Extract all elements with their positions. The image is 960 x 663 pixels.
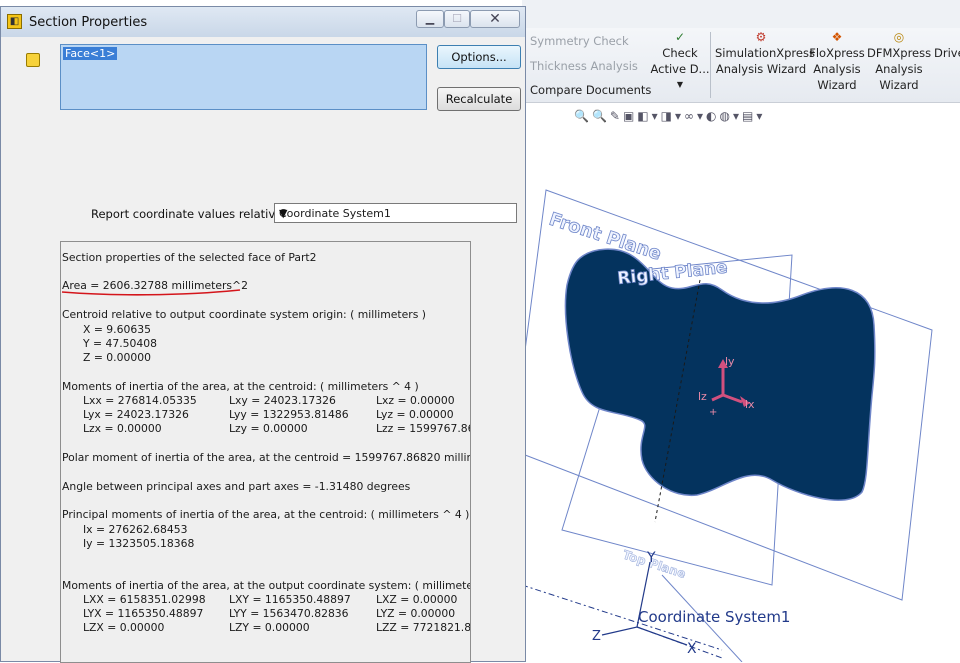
section-properties-dialog: ◧ Section Properties ▁ ☐ ✕ Face<1> Optio… (0, 6, 526, 663)
symmetry-check-button[interactable]: Symmetry Check (530, 34, 629, 48)
options-button[interactable]: Options... (437, 45, 521, 69)
heads-up-view-toolbar[interactable]: 🔍🔍✎▣◧▾◨▾∞▾◐◍▾▤▾ (574, 109, 765, 127)
dfmxpress-label-3: Wizard (879, 78, 919, 92)
centroid-title: Centroid relative to output coordinate s… (62, 308, 427, 321)
lzz-value: Lzz = 1599767.8682 (376, 422, 470, 435)
centroid-y: Y = 47.50408 (83, 337, 158, 350)
app-top-strip (522, 0, 960, 29)
floxpress-button[interactable]: ❖ FloXpress Analysis Wizard (809, 30, 865, 93)
principal-angle: Angle between principal axes and part ax… (62, 480, 411, 493)
LXZ-value: LXZ = 0.00000 (376, 593, 458, 606)
simulation-icon: ⚙ (755, 30, 767, 44)
axis-z-label: Z (592, 629, 601, 644)
chevron-down-icon[interactable]: ▼ (650, 77, 710, 93)
simulationxpress-button[interactable]: ⚙ SimulationXpress Analysis Wizard (715, 30, 815, 77)
area-red-underline (61, 289, 241, 296)
floxpress-label-3: Wizard (817, 78, 857, 92)
drive-label: Drive (934, 46, 960, 60)
face-selection-icon (26, 53, 40, 67)
LZY-value: LZY = 0.00000 (229, 621, 310, 634)
dfmxpress-button[interactable]: ◎ DFMXpress Analysis Wizard (867, 30, 931, 93)
dialog-title: Section Properties (29, 15, 148, 30)
ribbon-separator (710, 32, 711, 98)
section-properties-icon: ◧ (7, 14, 22, 29)
results-header: Section properties of the selected face … (62, 251, 317, 264)
centroid-z: Z = 0.00000 (83, 351, 151, 364)
check-active-document-button[interactable]: ✓ Check Active D... ▼ (650, 30, 710, 93)
lyx-value: Lyx = 24023.17326 (83, 408, 189, 421)
lxy-value: Lxy = 24023.17326 (229, 394, 336, 407)
lyy-value: Lyy = 1322953.81486 (229, 408, 349, 421)
LXY-value: LXY = 1165350.48897 (229, 593, 351, 606)
lxx-value: Lxx = 276814.05335 (83, 394, 197, 407)
floxpress-label-2: Analysis (813, 62, 861, 76)
graphics-viewport[interactable]: ly lx lz + Front Plane Right Plane Top P… (522, 130, 960, 662)
ix-value: Ix = 276262.68453 (83, 523, 188, 536)
polar-moment: Polar moment of inertia of the area, at … (62, 451, 470, 464)
dfmxpress-label-1: DFMXpress (867, 46, 932, 60)
simulationxpress-label-1: SimulationXpress (715, 46, 815, 60)
LZX-value: LZX = 0.00000 (83, 621, 165, 634)
selected-face-shape[interactable] (564, 248, 876, 501)
LXX-value: LXX = 6158351.02998 (83, 593, 206, 606)
iy-value: Iy = 1323505.18368 (83, 537, 195, 550)
check-active-label-1: Check (662, 46, 698, 60)
moments-centroid-title: Moments of inertia of the area, at the c… (62, 380, 419, 393)
axis-x-label: X (687, 641, 697, 657)
report-coordinate-label: Report coordinate values relative to: (91, 207, 302, 221)
selection-list[interactable]: Face<1> (60, 44, 427, 110)
thickness-analysis-button[interactable]: Thickness Analysis (530, 59, 638, 73)
compare-documents-button[interactable]: Compare Documents (530, 83, 651, 97)
axis-y-label: Y (646, 550, 656, 566)
triad-x-label: lx (745, 398, 755, 411)
coordinate-system-select[interactable]: Coordinate System1 ▼ (274, 203, 517, 223)
LYZ-value: LYZ = 0.00000 (376, 607, 456, 620)
floxpress-label-1: FloXpress (809, 46, 865, 60)
LYY-value: LYY = 1563470.82836 (229, 607, 349, 620)
evaluate-ribbon: Symmetry Check Thickness Analysis Compar… (522, 28, 960, 103)
maximize-button[interactable]: ☐ (444, 10, 470, 28)
lzx-value: Lzx = 0.00000 (83, 422, 162, 435)
check-icon: ✓ (674, 30, 686, 44)
dialog-titlebar[interactable]: ◧ Section Properties ▁ ☐ ✕ (1, 7, 525, 37)
selected-face-item[interactable]: Face<1> (63, 47, 118, 60)
drive-button[interactable]: Drive (934, 30, 960, 61)
triad-z-label: lz (698, 390, 707, 403)
dfmxpress-label-2: Analysis (875, 62, 923, 76)
triad-y-label: ly (725, 355, 735, 368)
centroid-marker: + (709, 407, 717, 418)
recalculate-button[interactable]: Recalculate (437, 87, 521, 111)
close-button[interactable]: ✕ (470, 10, 520, 28)
lzy-value: Lzy = 0.00000 (229, 422, 308, 435)
floxpress-icon: ❖ (831, 30, 843, 44)
lyz-value: Lyz = 0.00000 (376, 408, 454, 421)
chevron-down-icon[interactable]: ▼ (279, 207, 512, 220)
coordinate-system-triad[interactable]: Y X Z Coordinate System1 (592, 550, 790, 659)
lxz-value: Lxz = 0.00000 (376, 394, 455, 407)
simulationxpress-label-2: Analysis Wizard (715, 62, 807, 76)
section-properties-results[interactable]: Section properties of the selected face … (60, 241, 471, 663)
principal-title: Principal moments of inertia of the area… (62, 508, 470, 521)
LYX-value: LYX = 1165350.48897 (83, 607, 204, 620)
dfmxpress-icon: ◎ (893, 30, 905, 44)
moments-output-title: Moments of inertia of the area, at the o… (62, 579, 471, 592)
check-active-label-2: Active D... (650, 62, 710, 76)
centroid-x: X = 9.60635 (83, 323, 151, 336)
minimize-button[interactable]: ▁ (416, 10, 444, 28)
LZZ-value: LZZ = 7721821.8583 (376, 621, 471, 634)
coordinate-system-label: Coordinate System1 (638, 608, 790, 626)
drive-icon (939, 30, 955, 44)
